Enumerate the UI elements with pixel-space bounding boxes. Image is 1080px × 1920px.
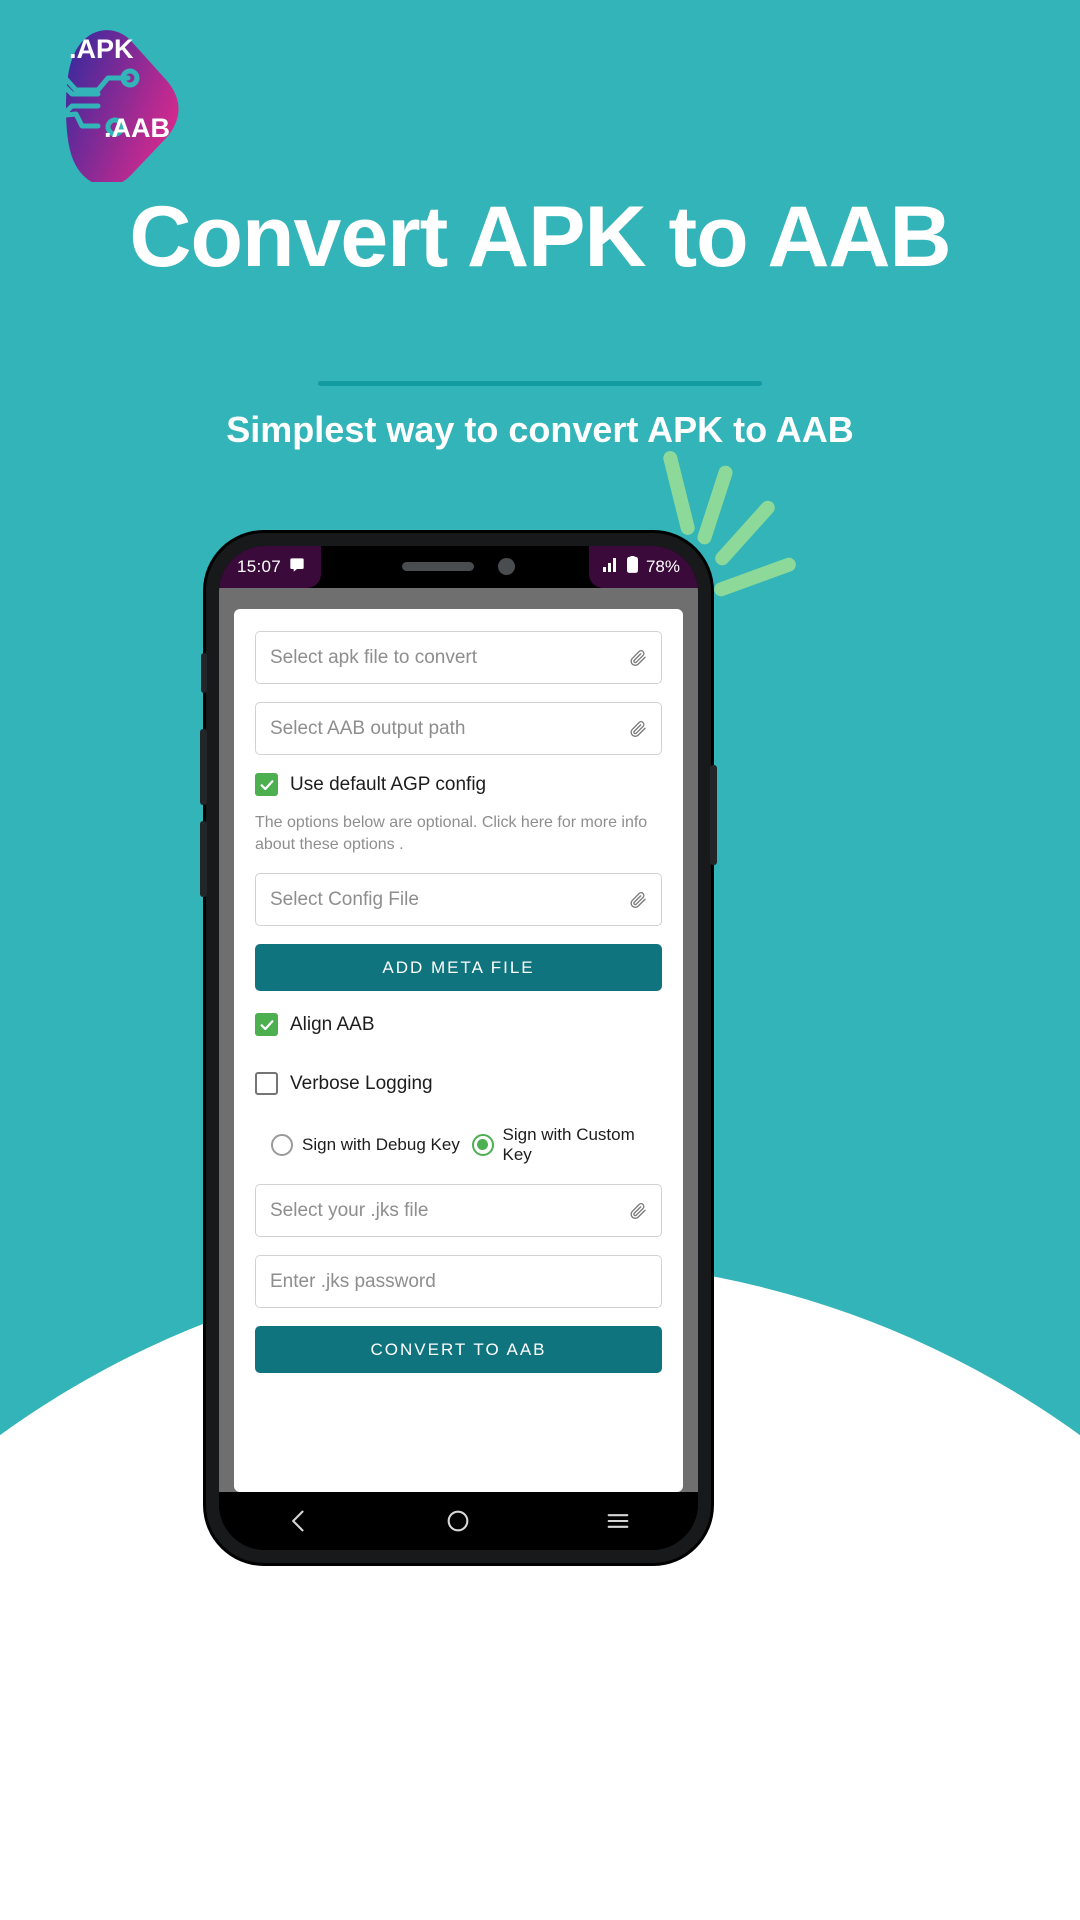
logo-aab-text: .AAB <box>104 113 170 143</box>
align-aab-checkbox-row[interactable]: Align AAB <box>255 1013 662 1037</box>
page-subtitle: Simplest way to convert APK to AAB <box>226 409 854 450</box>
debug-key-radio[interactable] <box>271 1133 293 1156</box>
custom-key-radio[interactable] <box>471 1133 494 1156</box>
jks-password-input[interactable]: Enter .jks password <box>255 1255 662 1309</box>
front-camera <box>498 557 515 575</box>
phone-volume-up-button[interactable] <box>200 729 207 805</box>
app-logo: .APK .AAB <box>16 22 188 182</box>
phone-mute-button[interactable] <box>201 653 207 693</box>
page-title: Convert APK to AAB <box>129 189 951 285</box>
jks-password-placeholder: Enter .jks password <box>270 1270 436 1292</box>
converter-form-card: Select apk file to convert Select AAB ou… <box>234 609 683 1492</box>
spark-line-1 <box>661 449 697 537</box>
agp-config-checkbox-row[interactable]: Use default AGP config <box>255 773 662 796</box>
menu-lines-icon[interactable] <box>604 1507 632 1535</box>
verbose-logging-checkbox[interactable] <box>255 1072 278 1096</box>
signing-key-radio-group: Sign with Debug Key Sign with Custom Key <box>255 1125 662 1164</box>
spark-line-3 <box>712 497 778 569</box>
verbose-logging-checkbox-row[interactable]: Verbose Logging <box>255 1072 662 1096</box>
app-content: Select apk file to convert Select AAB ou… <box>219 588 698 1492</box>
status-time: 15:07 <box>237 557 282 576</box>
title-divider <box>318 381 762 386</box>
options-helper-text[interactable]: The options below are optional. Click he… <box>255 812 662 855</box>
status-bar-right: 78% <box>588 546 698 588</box>
signal-bars-icon <box>602 557 619 577</box>
battery-icon <box>626 556 638 578</box>
agp-config-label: Use default AGP config <box>290 773 487 795</box>
paperclip-icon[interactable] <box>629 889 647 911</box>
debug-key-label: Sign with Debug Key <box>302 1134 460 1154</box>
spark-line-2 <box>695 463 735 547</box>
earpiece-speaker <box>402 561 474 571</box>
home-circle-icon[interactable] <box>444 1507 472 1535</box>
apk-file-input[interactable]: Select apk file to convert <box>255 631 662 684</box>
chat-bubble-icon <box>289 557 305 578</box>
android-nav-bar <box>219 1492 698 1550</box>
add-meta-file-button[interactable]: ADD META FILE <box>255 944 662 992</box>
phone-power-button[interactable] <box>710 765 717 865</box>
form-spacer <box>255 1052 662 1072</box>
paperclip-icon[interactable] <box>629 1200 647 1222</box>
phone-volume-down-button[interactable] <box>200 821 207 897</box>
debug-key-option[interactable]: Sign with Debug Key <box>271 1133 462 1156</box>
paperclip-icon[interactable] <box>629 647 647 669</box>
align-aab-label: Align AAB <box>290 1013 375 1035</box>
phone-notch <box>344 546 573 586</box>
phone-screen: 15:07 78% Select apk file to convert Sel… <box>219 546 698 1550</box>
convert-to-aab-button[interactable]: CONVERT TO AAB <box>255 1326 662 1374</box>
config-file-input[interactable]: Select Config File <box>255 873 662 927</box>
agp-config-checkbox[interactable] <box>255 773 278 796</box>
phone-mockup: 15:07 78% Select apk file to convert Sel… <box>200 533 717 1563</box>
aab-output-placeholder: Select AAB output path <box>270 717 466 739</box>
config-file-placeholder: Select Config File <box>270 888 419 910</box>
verbose-logging-label: Verbose Logging <box>290 1072 433 1094</box>
custom-key-label: Sign with Custom Key <box>502 1125 635 1164</box>
aab-output-input[interactable]: Select AAB output path <box>255 702 662 755</box>
apk-file-placeholder: Select apk file to convert <box>270 646 477 668</box>
back-chevron-icon[interactable] <box>285 1507 313 1535</box>
logo-apk-text: .APK <box>69 34 134 64</box>
custom-key-option[interactable]: Sign with Custom Key <box>471 1125 663 1164</box>
paperclip-icon[interactable] <box>629 718 647 740</box>
status-bar-left: 15:07 <box>219 546 322 588</box>
jks-file-placeholder: Select your .jks file <box>270 1199 429 1221</box>
jks-file-input[interactable]: Select your .jks file <box>255 1184 662 1238</box>
align-aab-checkbox[interactable] <box>255 1013 278 1037</box>
battery-percent: 78% <box>645 557 680 576</box>
